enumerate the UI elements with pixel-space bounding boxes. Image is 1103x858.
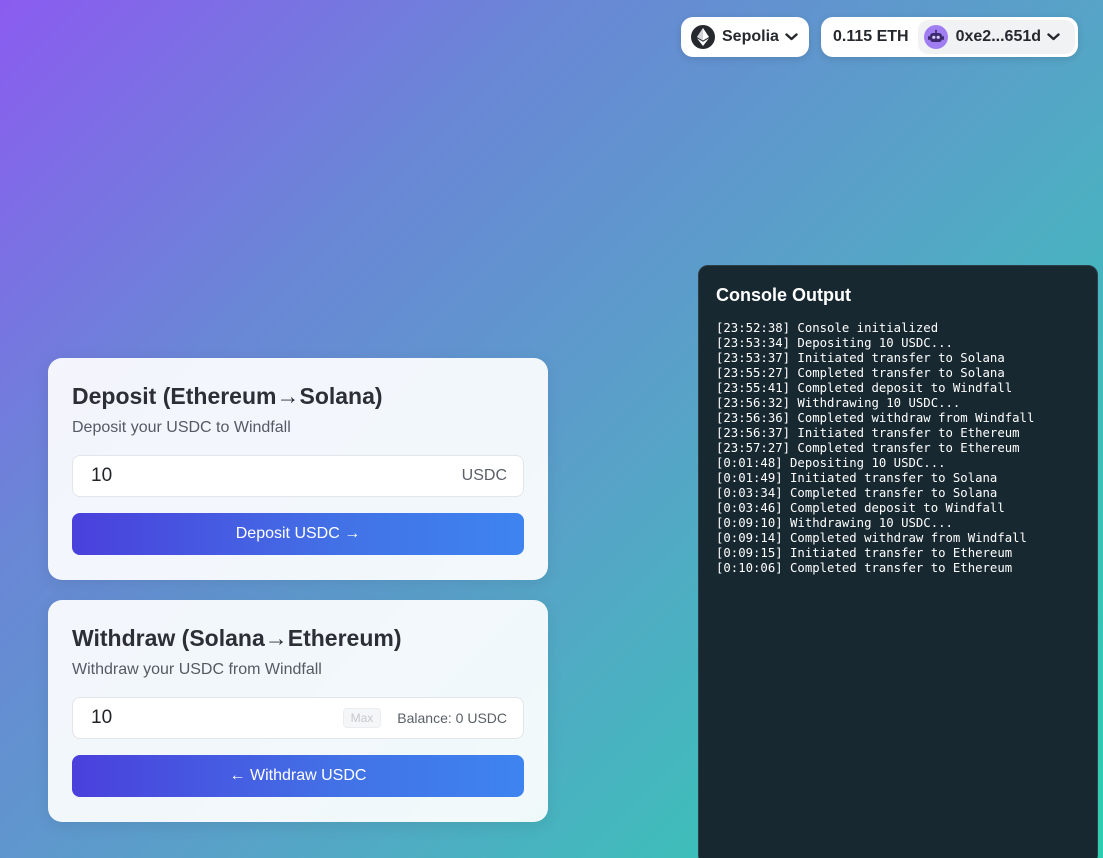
- deposit-amount-input[interactable]: [91, 465, 462, 487]
- eth-balance: 0.115 ETH: [833, 28, 909, 45]
- deposit-subtitle: Deposit your USDC to Windfall: [72, 419, 291, 436]
- withdraw-amount-input[interactable]: [91, 707, 343, 729]
- max-button[interactable]: Max: [342, 708, 382, 728]
- account-widget[interactable]: 0.115 ETH 0xe2...651d: [821, 17, 1078, 57]
- console-line: [23:56:32] Withdrawing 10 USDC...: [716, 396, 961, 410]
- withdraw-title: Withdraw (Solana→Ethereum): [72, 625, 402, 651]
- deposit-unit-label: USDC: [461, 467, 507, 484]
- console-log: [23:52:38] Console initialized [23:53:34…: [716, 321, 1080, 576]
- deposit-card: Deposit (Ethereum→Solana) Deposit your U…: [48, 358, 548, 580]
- network-label: Sepolia: [722, 28, 779, 45]
- deposit-title: Deposit (Ethereum→Solana): [72, 383, 383, 409]
- chevron-down-icon: [785, 33, 798, 41]
- withdraw-card: Withdraw (Solana→Ethereum) Withdraw your…: [48, 600, 548, 822]
- console-line: [0:09:10] Withdrawing 10 USDC...: [716, 516, 953, 530]
- console-line: [23:55:27] Completed transfer to Solana: [716, 366, 1005, 380]
- wallet-address: 0xe2...651d: [955, 28, 1042, 45]
- console-line: [0:01:48] Depositing 10 USDC...: [716, 456, 946, 470]
- console-line: [23:55:41] Completed deposit to Windfall: [716, 381, 1013, 395]
- withdraw-balance-label: Balance: 0 USDC: [397, 710, 507, 726]
- console-line: [23:56:36] Completed withdraw from Windf…: [716, 411, 1035, 425]
- console-line: [23:52:38] Console initialized: [716, 321, 939, 335]
- console-line: [23:57:27] Completed transfer to Ethereu…: [716, 441, 1020, 455]
- console-line: [23:56:37] Initiated transfer to Ethereu…: [716, 426, 1020, 440]
- network-selector[interactable]: Sepolia: [681, 17, 809, 57]
- ethereum-icon: [691, 25, 715, 49]
- console-line: [0:03:46] Completed deposit to Windfall: [716, 501, 1005, 515]
- withdraw-button[interactable]: ← Withdraw USDC: [72, 755, 524, 797]
- console-line: [0:03:34] Completed transfer to Solana: [716, 486, 998, 500]
- deposit-amount-field[interactable]: USDC: [72, 455, 524, 497]
- chevron-down-icon: [1047, 33, 1060, 41]
- console-line: [0:01:49] Initiated transfer to Solana: [716, 471, 998, 485]
- console-panel[interactable]: Console Output [23:52:38] Console initia…: [698, 265, 1098, 858]
- deposit-button[interactable]: Deposit USDC →: [72, 513, 524, 555]
- account-button[interactable]: 0xe2...651d: [917, 20, 1075, 54]
- console-line: [23:53:37] Initiated transfer to Solana: [716, 351, 1005, 365]
- withdraw-subtitle: Withdraw your USDC from Windfall: [72, 661, 322, 678]
- robot-avatar-icon: [923, 25, 948, 49]
- console-line: [0:09:14] Completed withdraw from Windfa…: [716, 531, 1027, 545]
- console-line: [0:10:06] Completed transfer to Ethereum: [716, 561, 1013, 575]
- console-line: [0:09:15] Initiated transfer to Ethereum: [716, 546, 1013, 560]
- withdraw-amount-field[interactable]: Max Balance: 0 USDC: [72, 697, 524, 739]
- console-title: Console Output: [716, 285, 851, 305]
- console-line: [23:53:34] Depositing 10 USDC...: [716, 336, 953, 350]
